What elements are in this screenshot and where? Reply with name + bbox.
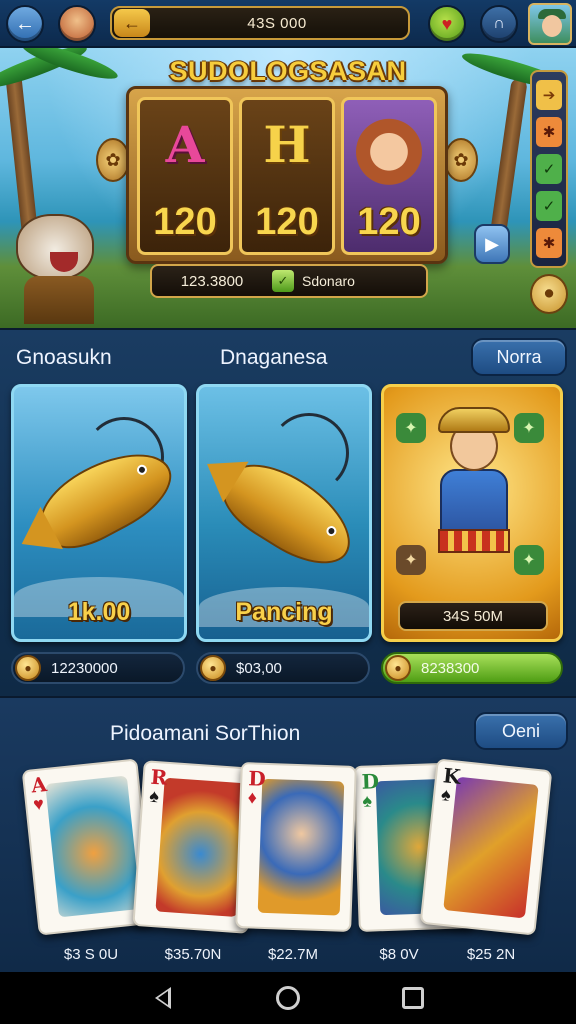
win-label: Sdonaro [302,273,355,289]
reel-symbol: H [263,115,311,174]
section-label-mid: Dnaganesa [220,346,328,369]
card-rank: A [30,772,48,798]
game-card-caption: 1k.00 [67,598,131,626]
warrior-art-icon [257,778,345,916]
heart-icon: ♥ [441,13,453,34]
back-button[interactable]: ← [6,5,44,43]
cards-section: Pidoamani SorThion Oeni A ♥ R ♠ D ♦ D ♠ … [0,696,576,972]
player-avatar[interactable] [58,5,96,43]
coin-pill-highlight[interactable]: ● 8238300 [381,652,563,684]
reel-value: 120 [357,201,421,243]
face-icon [542,15,562,37]
mascot-body-icon [24,276,94,324]
square-recents-icon [402,987,425,1009]
abstract-art-icon [443,776,539,919]
reel-value: 120 [153,201,217,243]
bonus-icon[interactable]: ✱ [536,116,562,147]
palm-tree-decoration [488,77,528,249]
mascot-character [4,206,112,326]
spade-suit-icon: ♠ [440,784,452,805]
slot-machine-banner: SUDOLOGSASAN ✿ ✿ A 120 H 120 120 ▶ ➔ ✱ ✓… [0,48,576,328]
playing-card[interactable]: D ♦ [235,762,357,932]
game-card-fishing[interactable]: 1k.00 [11,384,187,642]
games-section: Gnoasukn Dnaganesa Norra 1k.00 Pancing ✦… [0,328,576,696]
game-price-tag: 34S 50M [398,601,548,631]
reel-frame: A 120 H 120 120 [126,86,448,264]
reel-1: A 120 [137,97,233,255]
lock-icon: ∩ [493,15,505,32]
top-bar: ← ← 43S 000 ♥ ∩ [0,0,576,48]
spade-suit-icon: ♠ [148,785,160,807]
reel-3: 120 [341,97,437,255]
warrior-character [424,403,524,573]
reel-2: H 120 [239,97,335,255]
card-price: $25 2N [466,946,516,963]
diamond-suit-icon: ♦ [247,787,258,808]
game-title: SUDOLOGSASAN [169,56,407,86]
menu-icon[interactable]: ➔ [536,79,562,110]
coin-value: $03,00 [236,659,282,677]
card-rank: R [149,764,169,790]
system-nav-bar [0,972,576,1024]
spin-button[interactable]: ▶ [474,224,510,264]
fish-art-icon [155,777,247,918]
leaf-icon[interactable]: ✓ [536,153,562,184]
nav-home-button[interactable] [273,983,303,1013]
section-title: Pidoamani SorThion [110,722,301,745]
section-label-left: Gnoasukn [16,346,112,369]
leaf-icon[interactable]: ✓ [536,191,562,222]
ornament-right-icon: ✿ [444,138,478,182]
card-price: $22.7M [267,946,319,963]
heart-suit-icon: ♥ [32,793,45,815]
mermaid-symbol-icon [354,110,424,186]
gem-corner-icon: ✦ [396,545,426,575]
mascot-head-icon [16,214,94,280]
more-button[interactable]: Norra [471,338,567,376]
playing-card[interactable]: K ♠ [419,758,553,936]
game-card-warrior[interactable]: ✦ ✦ ✦ ✦ 34S 50M [381,384,563,642]
arrow-left-icon[interactable]: ← [114,9,150,37]
fish-art-icon [45,775,141,918]
reel-value: 120 [255,201,319,243]
side-menu: ➔ ✱ ✓ ✓ ✱ [530,70,568,268]
nav-recents-button[interactable] [398,983,428,1013]
game-card-caption: Pancing [235,598,333,626]
circle-home-icon [275,986,300,1010]
coin-balance: 43S 000 [247,14,307,32]
triangle-back-icon [154,987,171,1009]
card-rank: D [361,769,380,794]
coin-balance-bar: ← 43S 000 [110,6,410,40]
settings-button[interactable]: ⚫ [530,274,568,314]
win-value: 123.3800 [180,272,244,290]
coin-pill: ● $03,00 [196,652,370,684]
gift-icon[interactable]: ✱ [536,228,562,259]
lock-button[interactable]: ∩ [480,5,518,43]
coin-icon: ● [15,655,41,681]
profile-picture[interactable] [528,3,572,45]
arrow-left-icon: ← [15,12,35,35]
coin-icon: ● [200,655,226,681]
play-icon: ▶ [485,233,499,254]
game-card-pancing[interactable]: Pancing [196,384,372,642]
card-price: $3 S 0U [63,946,119,963]
card-price: $8 0V [379,946,419,963]
gem-icon: ✓ [272,270,294,292]
open-button[interactable]: Oeni [474,712,568,750]
reel-symbol: A [165,115,205,174]
spade-suit-icon: ♠ [362,790,373,811]
coin-pill: ● 12230000 [11,652,185,684]
coin-value: 12230000 [51,659,118,677]
nav-back-button[interactable] [148,983,178,1013]
ornament-left-icon: ✿ [96,138,130,182]
key-icon: ⚫ [541,283,557,304]
coin-icon: ● [385,655,411,681]
coin-value: 8238300 [421,659,480,677]
gem-corner-icon: ✦ [396,413,426,443]
card-price: $35.70N [164,946,222,963]
card-rank: D [247,766,267,791]
heart-button[interactable]: ♥ [428,5,466,43]
win-bar: 123.3800 ✓ Sdonaro [150,264,428,298]
